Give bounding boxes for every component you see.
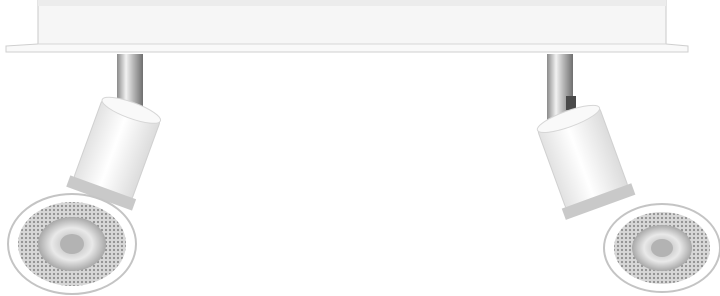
- left-bulb: [7, 193, 137, 295]
- right-bulb: [603, 203, 720, 293]
- left-spotlight: [7, 54, 162, 295]
- mounting-bar: [5, 0, 689, 53]
- product-photo: [5, 0, 720, 295]
- right-spotlight: [536, 54, 720, 293]
